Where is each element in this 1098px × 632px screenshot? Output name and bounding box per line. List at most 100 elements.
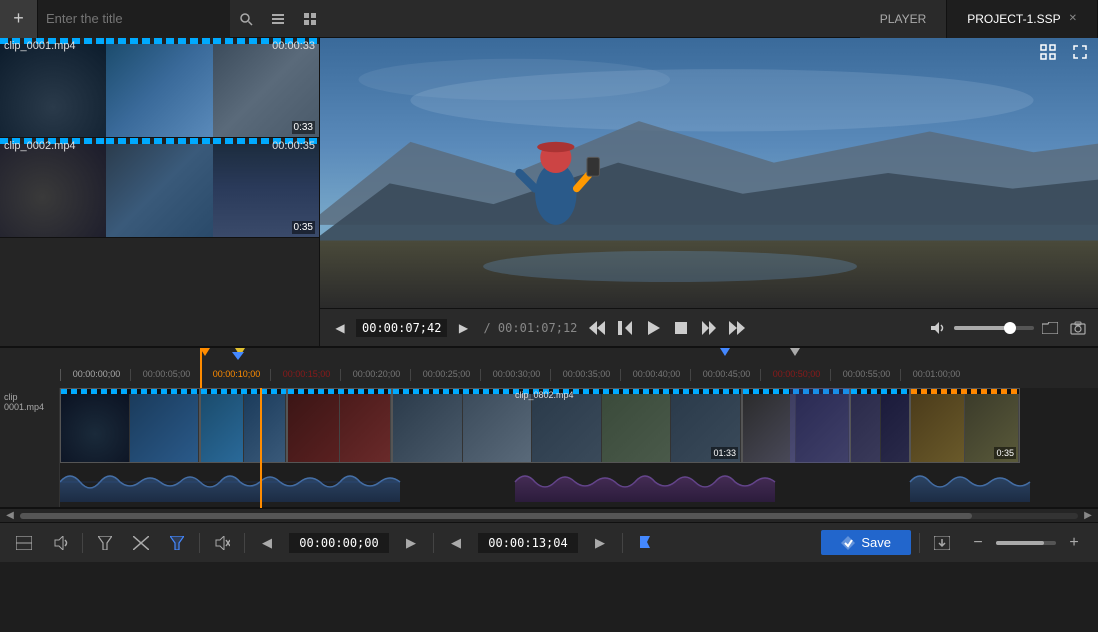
prev-timecode-button[interactable]: ◀ <box>253 529 281 557</box>
separator <box>622 533 623 553</box>
mute-button[interactable] <box>208 529 236 557</box>
ruler-tick: 00:00:10;00 <box>200 369 270 381</box>
save-button[interactable]: Save <box>821 530 911 555</box>
scroll-track[interactable] <box>20 513 1078 519</box>
video-track: clip 0001.mp4 <box>0 388 1098 508</box>
step-back-button[interactable] <box>585 316 609 340</box>
tab-project[interactable]: PROJECT-1.SSP ✕ <box>947 0 1098 38</box>
volume-icon <box>926 316 950 340</box>
video-area <box>320 38 1098 308</box>
current-timecode[interactable]: 00:00:07;42 <box>356 319 447 337</box>
filter2-button[interactable] <box>163 529 191 557</box>
player-fullscreen-button[interactable] <box>1070 42 1090 62</box>
clip-block[interactable] <box>850 388 910 463</box>
zoom-in-button[interactable]: + <box>1060 529 1088 557</box>
export-button[interactable] <box>928 529 956 557</box>
separator <box>433 533 434 553</box>
zoom-out-button[interactable]: − <box>964 529 992 557</box>
volume-slider[interactable] <box>954 326 1034 330</box>
snapshot-button[interactable] <box>1066 316 1090 340</box>
next-timecode-button[interactable]: ▶ <box>397 529 425 557</box>
search-button[interactable] <box>230 0 262 38</box>
video-preview <box>320 38 1098 308</box>
ruler-tick: 00:00:20;00 <box>340 369 410 381</box>
clip-name: clip_0002.mp4 <box>4 140 76 152</box>
out-marker <box>720 348 730 356</box>
clip-thumbnail <box>0 138 319 237</box>
title-input[interactable] <box>38 0 230 38</box>
clip-timecode: 0:33 <box>292 121 315 134</box>
ruler-tick: 00:01:00;00 <box>900 369 970 381</box>
track-content[interactable]: clip_0802.mp4 01:33 <box>60 388 1098 507</box>
audio-waveform <box>60 462 1098 502</box>
clip-name-label: clip_0802.mp4 <box>515 390 574 400</box>
start-timecode[interactable]: 00:00:00;00 <box>289 533 389 553</box>
add-button[interactable]: + <box>0 0 38 38</box>
thumb-frame <box>0 38 106 137</box>
selected-region-2 <box>790 388 850 463</box>
stop-button[interactable] <box>669 316 693 340</box>
volume-control[interactable] <box>926 316 1034 340</box>
ruler-tick: 00:00:05;00 <box>130 369 200 381</box>
play-button[interactable] <box>641 316 665 340</box>
separator <box>82 533 83 553</box>
fast-forward-button[interactable] <box>697 316 721 340</box>
grid-tool-button[interactable] <box>10 529 38 557</box>
grid-view-button[interactable] <box>294 0 326 38</box>
track-label: clip 0001.mp4 <box>0 388 60 507</box>
scroll-right-button[interactable]: ▶ <box>1082 510 1094 522</box>
rewind-button[interactable] <box>613 316 637 340</box>
prev-timecode2-button[interactable]: ◀ <box>442 529 470 557</box>
thumb-frame <box>0 138 106 237</box>
clip-duration: 00:00:33 <box>272 40 315 52</box>
end-timecode[interactable]: 00:00:13;04 <box>478 533 578 553</box>
ruler-markers-top <box>60 348 1098 362</box>
step-forward-button[interactable] <box>725 316 749 340</box>
player-panel: ◀ 00:00:07;42 ▶ / 00:01:07;12 <box>320 38 1098 346</box>
timeline-ruler: 00:00:00;00 00:00:05;00 00:00:10;00 00:0… <box>0 348 1098 388</box>
top-bar: + PLAYER PROJECT-1.SSP ✕ <box>0 0 1098 38</box>
folder-button[interactable] <box>1038 316 1062 340</box>
ruler-tick: 00:00:35;00 <box>550 369 620 381</box>
clip-block[interactable] <box>287 388 392 463</box>
clip-item[interactable]: clip_0002.mp4 00:00:35 0:35 <box>0 138 319 238</box>
clip-block[interactable]: 0:35 <box>910 388 1020 463</box>
next-frame-button[interactable]: ▶ <box>451 316 475 340</box>
cut-button[interactable] <box>127 529 155 557</box>
ruler-tick: 00:00:40;00 <box>620 369 690 381</box>
tab-player[interactable]: PLAYER <box>860 0 947 38</box>
ruler-tick: 00:00:30;00 <box>480 369 550 381</box>
scroll-thumb[interactable] <box>20 513 972 519</box>
clip-timecode-label-2: 0:35 <box>994 447 1016 459</box>
end-marker <box>790 348 800 356</box>
thumb-frame <box>106 138 212 237</box>
ruler-tick: 00:00:25;00 <box>410 369 480 381</box>
zoom-slider[interactable] <box>996 541 1056 545</box>
separator <box>199 533 200 553</box>
tab-close-icon[interactable]: ✕ <box>1069 13 1077 24</box>
audio-tool-button[interactable] <box>46 529 74 557</box>
clip-duration: 00:00:35 <box>272 140 315 152</box>
total-timecode: / 00:01:07;12 <box>479 321 581 335</box>
clip-thumbnail <box>0 38 319 137</box>
filter-button[interactable] <box>91 529 119 557</box>
ruler-tick: 00:00:15;00 <box>270 369 340 381</box>
next-timecode2-button[interactable]: ▶ <box>586 529 614 557</box>
zoom-control[interactable]: − + <box>964 529 1088 557</box>
scroll-left-button[interactable]: ◀ <box>4 510 16 522</box>
in-point-marker <box>232 352 244 360</box>
track-name: clip 0001.mp4 <box>4 392 55 412</box>
clip-item[interactable]: clip_0001.mp4 00:00:33 0:33 <box>0 38 319 138</box>
timeline-tracks: clip 0001.mp4 <box>0 388 1098 508</box>
list-view-button[interactable] <box>262 0 294 38</box>
flag-button[interactable] <box>631 529 659 557</box>
clip-timecode-label: 01:33 <box>711 447 738 459</box>
player-fit-button[interactable] <box>1038 42 1058 62</box>
ruler-tick: 00:00:00;00 <box>60 369 130 381</box>
clip-block[interactable] <box>60 388 200 463</box>
clip-timecode: 0:35 <box>292 221 315 234</box>
prev-frame-button[interactable]: ◀ <box>328 316 352 340</box>
waveform-svg <box>60 462 1098 502</box>
clip-block[interactable] <box>200 388 287 463</box>
save-icon <box>841 536 855 550</box>
